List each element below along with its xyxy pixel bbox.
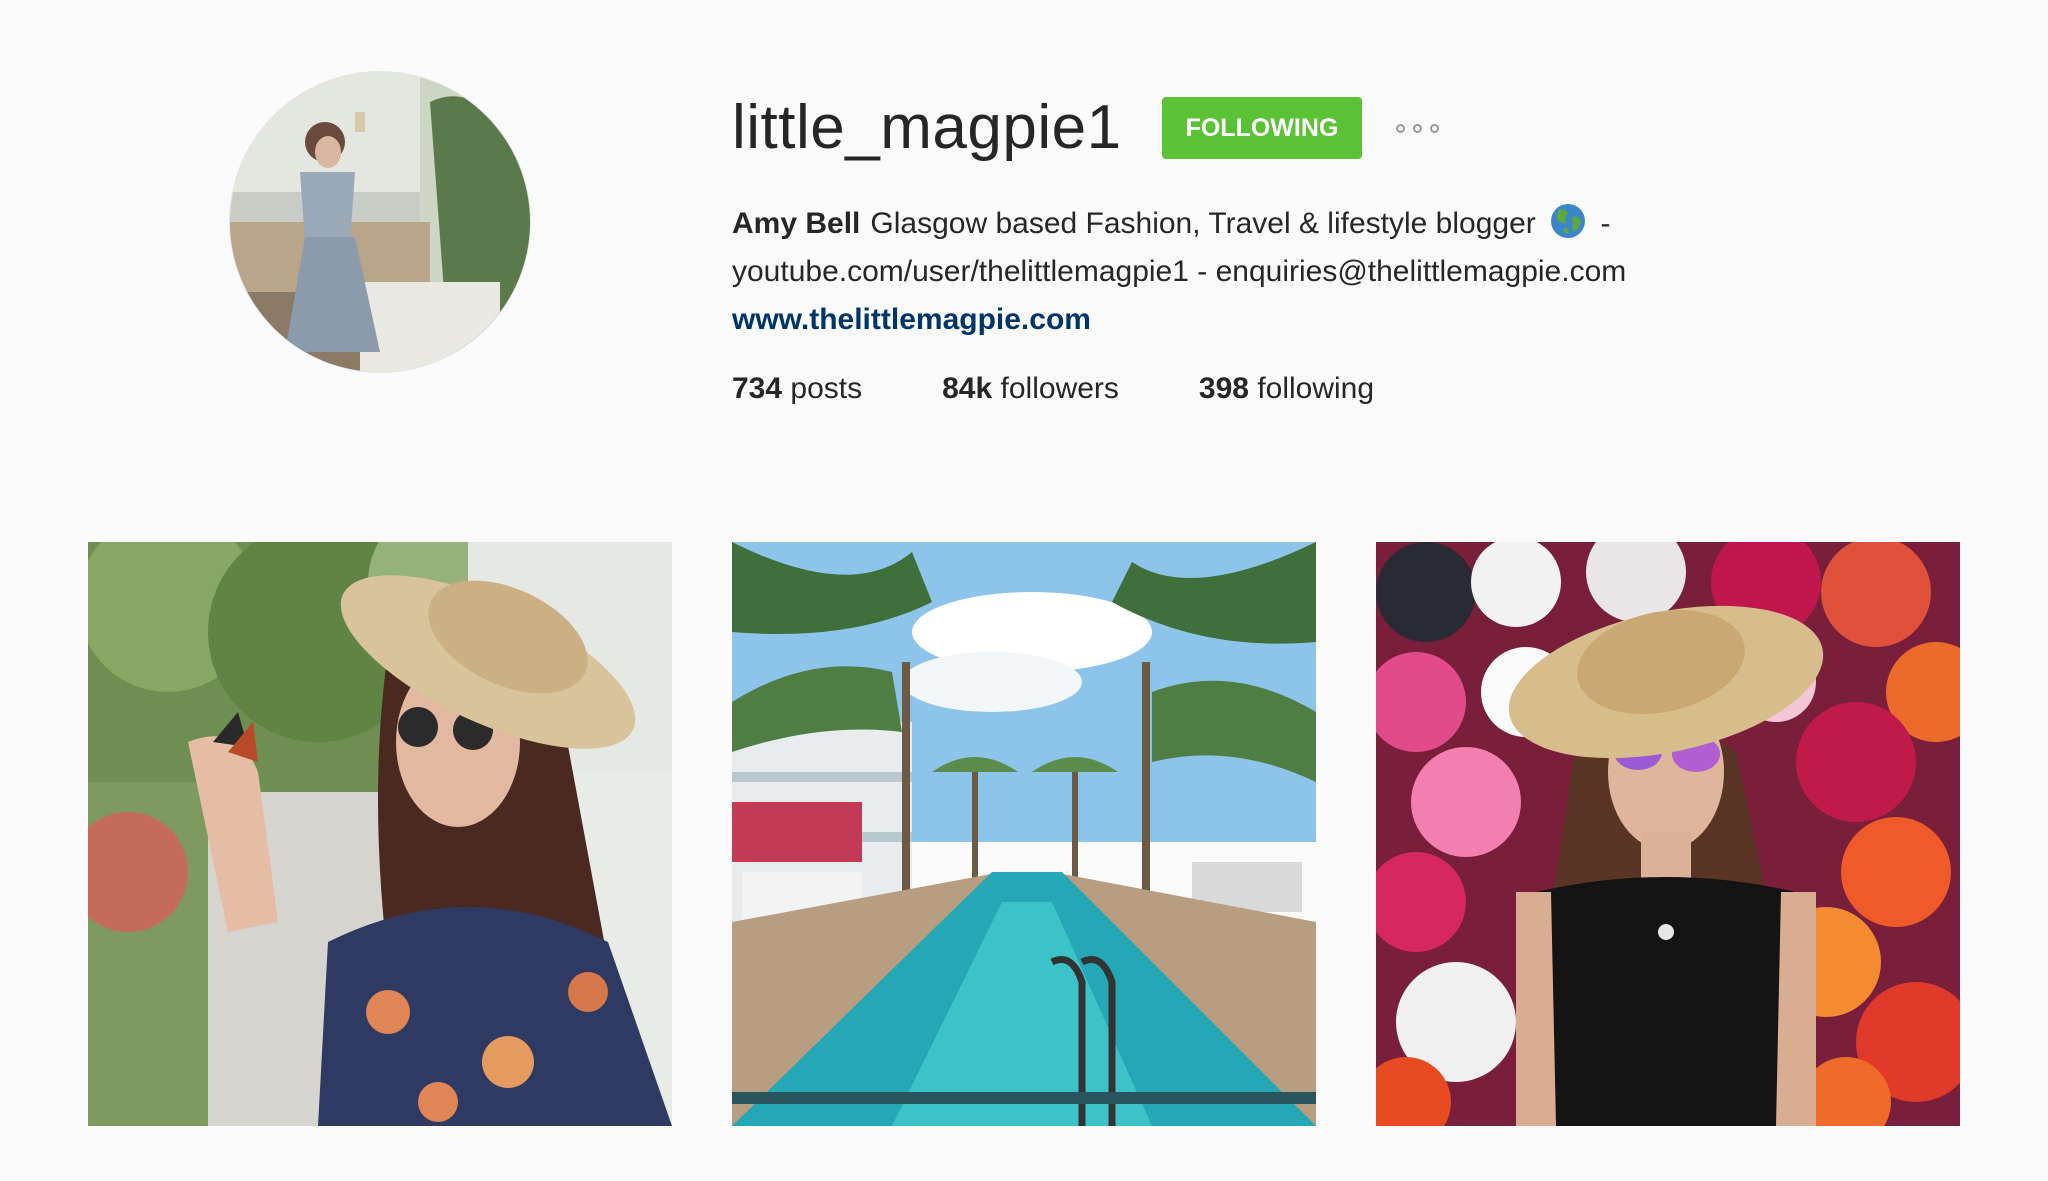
bio-line-1: Amy Bell Glasgow based Fashion, Travel & …	[732, 200, 1932, 248]
dot	[1413, 123, 1423, 133]
followers-label: followers	[1000, 372, 1119, 405]
post-image	[88, 542, 672, 1126]
following-button[interactable]: FOLLOWING	[1161, 97, 1363, 159]
following-count: 398	[1198, 372, 1249, 405]
post-thumbnail[interactable]	[1376, 542, 1960, 1126]
post-grid	[88, 542, 1960, 1126]
dot	[1396, 123, 1406, 133]
ellipsis-icon[interactable]	[1392, 114, 1443, 143]
bio-text: Glasgow based Fashion, Travel & lifestyl…	[870, 207, 1536, 240]
website-link[interactable]: www.thelittlemagpie.com	[732, 296, 1091, 344]
post-thumbnail[interactable]	[88, 542, 672, 1126]
dot	[1430, 123, 1440, 133]
post-thumbnail[interactable]	[732, 542, 1316, 1126]
followers-count: 84k	[942, 372, 993, 405]
globe-icon	[1551, 204, 1586, 238]
bio: Amy Bell Glasgow based Fashion, Travel & …	[732, 200, 1932, 344]
post-image	[732, 542, 1316, 1126]
username: little_magpie1	[732, 93, 1122, 162]
followers-stat[interactable]: 84k followers	[942, 372, 1119, 406]
avatar[interactable]	[230, 72, 530, 372]
posts-label: posts	[790, 372, 863, 405]
posts-count: 734	[732, 372, 783, 405]
following-label: following	[1257, 372, 1375, 405]
post-image	[1376, 542, 1960, 1126]
following-stat[interactable]: 398 following	[1199, 372, 1374, 406]
full-name: Amy Bell	[732, 207, 861, 240]
profile-page: little_magpie1 FOLLOWING Amy Bell Glasgow…	[0, 0, 2048, 1181]
title-row: little_magpie1 FOLLOWING	[732, 90, 1932, 166]
stats: 734 posts 84k followers 398 following	[732, 372, 1932, 406]
profile-info: little_magpie1 FOLLOWING Amy Bell Glasgow…	[732, 90, 1932, 406]
posts-stat: 734 posts	[732, 372, 862, 406]
bio-line-2: youtube.com/user/thelittlemagpie1 - enqu…	[732, 255, 1627, 288]
avatar-image	[230, 72, 530, 372]
bio-dash: -	[1600, 207, 1611, 240]
